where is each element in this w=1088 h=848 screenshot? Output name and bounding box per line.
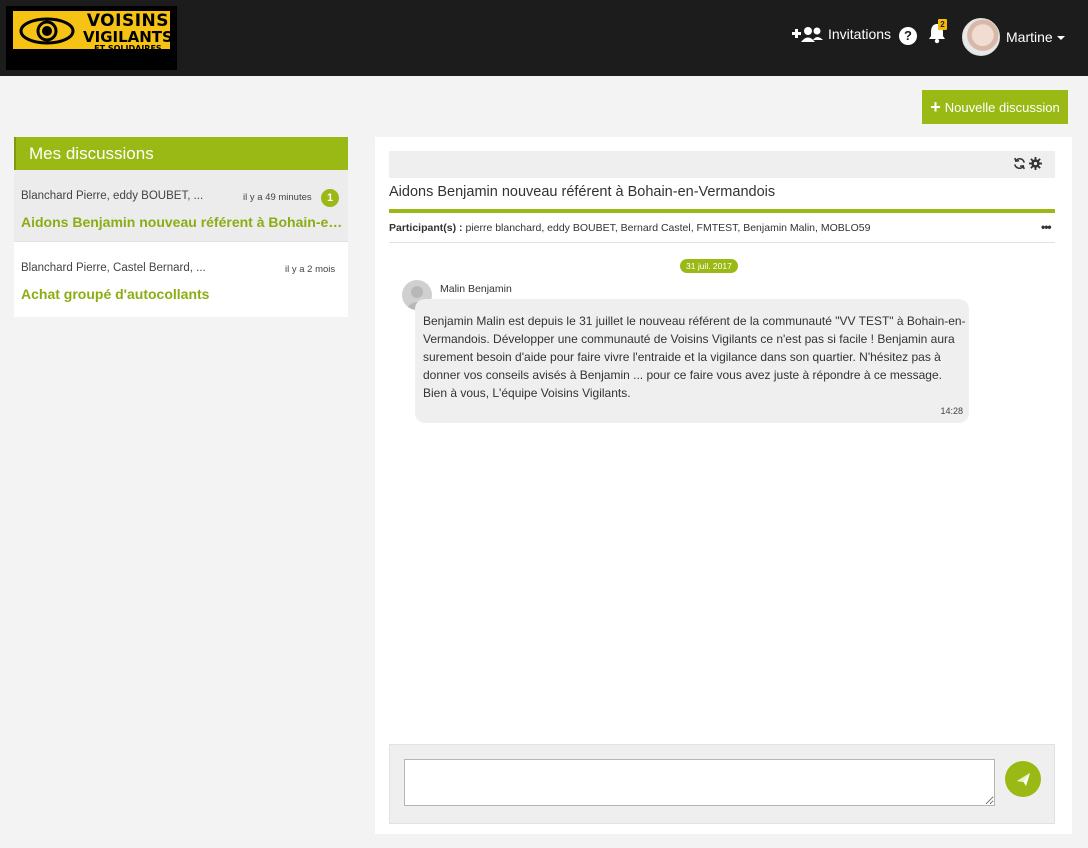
refresh-icon[interactable] xyxy=(1013,157,1026,170)
user-name: Martine xyxy=(1006,29,1053,45)
discussion-time: il y a 49 minutes xyxy=(243,192,312,203)
brand-logo[interactable]: VOISINS VIGILANTS ET SOLIDAIRES xyxy=(6,6,177,70)
user-avatar[interactable] xyxy=(962,18,1000,56)
message-time: 14:28 xyxy=(940,406,963,416)
plus-icon: + xyxy=(930,97,941,117)
participants-list: pierre blanchard, eddy BOUBET, Bernard C… xyxy=(465,222,871,234)
eye-icon xyxy=(19,17,75,45)
new-discussion-button[interactable]: + Nouvelle discussion xyxy=(922,90,1068,124)
logo-wordmark: VOISINS VIGILANTS ET SOLIDAIRES xyxy=(83,13,173,53)
discussion-participants: Blanchard Pierre, Castel Bernard, ... xyxy=(21,262,206,274)
discussion-list-title: Mes discussions xyxy=(14,137,348,170)
invitations-label: Invitations xyxy=(828,26,892,42)
participants-label: Participant(s) : xyxy=(389,222,463,234)
more-options-icon[interactable]: ••• xyxy=(1041,220,1052,234)
discussion-participants: Blanchard Pierre, eddy BOUBET, ... xyxy=(21,190,204,202)
send-icon xyxy=(1017,773,1030,786)
notification-count-badge: 2 xyxy=(938,19,947,30)
conversation-toolbar xyxy=(389,151,1055,178)
discussion-time: il y a 2 mois xyxy=(285,264,336,275)
help-icon[interactable]: ? xyxy=(899,27,917,45)
message-input[interactable] xyxy=(404,759,995,806)
logo-line-3: ET SOLIDAIRES xyxy=(94,44,162,53)
unread-count-badge: 1 xyxy=(321,189,339,207)
conversation-panel: Aidons Benjamin nouveau référent à Bohai… xyxy=(375,137,1072,834)
add-users-icon xyxy=(792,27,823,42)
top-navbar: VOISINS VIGILANTS ET SOLIDAIRES Invitati… xyxy=(0,0,1088,76)
discussion-list-panel: Mes discussions Blanchard Pierre, eddy B… xyxy=(14,137,348,317)
participants-line: Participant(s) : pierre blanchard, eddy … xyxy=(389,222,870,234)
participants-divider xyxy=(389,242,1055,243)
logo-badge: VOISINS VIGILANTS ET SOLIDAIRES xyxy=(12,10,173,53)
discussion-item[interactable]: Blanchard Pierre, eddy BOUBET, ... il y … xyxy=(14,170,348,241)
message-bubble: Benjamin Malin est depuis le 31 juillet … xyxy=(415,299,969,423)
logo-line-2: VIGILANTS xyxy=(83,28,173,46)
compose-area xyxy=(389,744,1055,824)
discussion-item[interactable]: Blanchard Pierre, Castel Bernard, ... il… xyxy=(14,241,348,312)
caret-down-icon xyxy=(1056,36,1065,41)
message-author: Malin Benjamin xyxy=(440,283,512,295)
message-text: Benjamin Malin est depuis le 31 juillet … xyxy=(423,314,966,400)
title-divider xyxy=(389,209,1055,213)
conversation-title: Aidons Benjamin nouveau référent à Bohai… xyxy=(389,184,776,200)
date-separator: 31 juil. 2017 xyxy=(680,259,738,273)
user-menu[interactable]: Martine xyxy=(1006,29,1065,45)
gear-icon[interactable] xyxy=(1029,157,1042,170)
send-button[interactable] xyxy=(1005,761,1041,797)
discussion-subject: Achat groupé d'autocollants xyxy=(21,286,210,302)
invitations-link[interactable]: Invitations xyxy=(792,26,891,42)
new-discussion-label: Nouvelle discussion xyxy=(944,99,1060,115)
discussion-subject: Aidons Benjamin nouveau référent à Bohai… xyxy=(21,214,343,230)
